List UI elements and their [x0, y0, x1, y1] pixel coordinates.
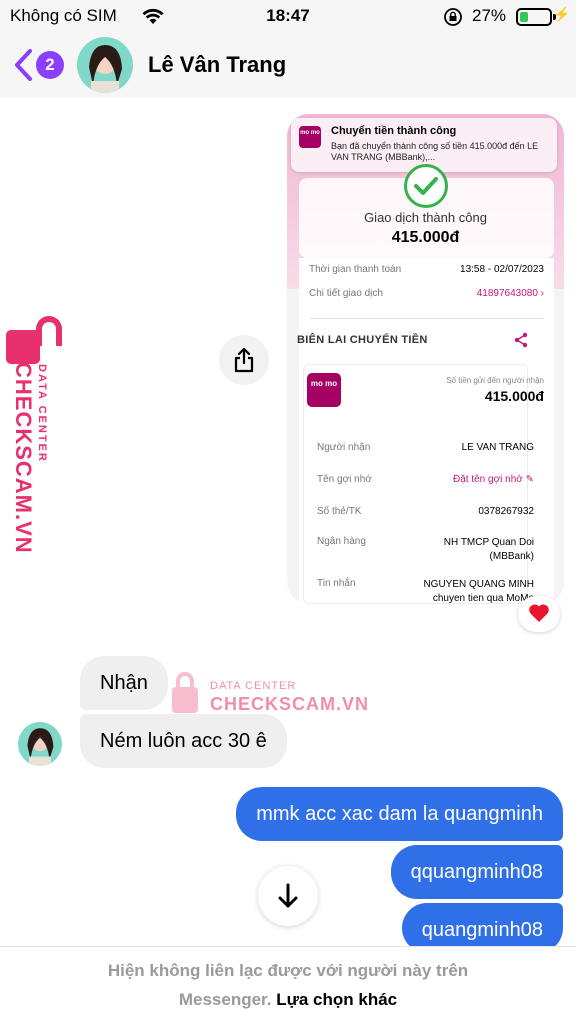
- detail-label: Chi tiết giao dịch: [309, 288, 383, 299]
- battery-icon: [516, 8, 556, 26]
- unread-badge[interactable]: 2: [36, 51, 64, 79]
- heart-icon: [529, 604, 549, 622]
- watermark-site: CHECKSCAM.VN: [11, 362, 36, 554]
- payment-time-value: 13:58 - 02/07/2023: [460, 264, 544, 275]
- unavailable-notice: Hiện không liên lạc được với người này t…: [0, 946, 576, 1024]
- charging-icon: ⚡: [553, 6, 571, 22]
- other-options-link[interactable]: Lựa chọn khác: [276, 990, 397, 1009]
- battery-level: [520, 12, 528, 22]
- share-icon: [514, 332, 528, 348]
- conversation-header: 2 Lê Vân Trang: [0, 32, 576, 98]
- chevron-left-icon[interactable]: [12, 48, 34, 82]
- heart-reaction[interactable]: [518, 596, 560, 632]
- row-value: NH TMCP Quan Doi (MBBank): [443, 537, 534, 562]
- row-value: LE VAN TRANG: [461, 442, 534, 453]
- arrow-down-icon: [278, 883, 298, 908]
- row-value: NGUYEN QUANG MINH chuyen tien qua MoMo: [423, 579, 534, 604]
- row-label: Số thẻ/TK: [317, 506, 362, 517]
- battery-percent: 27%: [472, 6, 507, 25]
- avatar[interactable]: [77, 37, 133, 93]
- watermark-data-center: DATA CENTER: [36, 364, 48, 463]
- row-label: Ngân hàng: [317, 536, 366, 547]
- notification-title: Chuyển tiền thành công: [331, 125, 457, 137]
- rotation-lock-icon: [444, 8, 462, 26]
- row-label: Tin nhắn: [317, 578, 356, 589]
- contact-name[interactable]: Lê Vân Trang: [148, 52, 286, 78]
- outgoing-message[interactable]: qquangminh08: [390, 845, 563, 899]
- scroll-down-button[interactable]: [258, 866, 318, 926]
- avatar[interactable]: [18, 722, 62, 766]
- momo-logo: mo mo: [307, 373, 341, 407]
- payment-time-label: Thời gian thanh toán: [309, 264, 402, 275]
- notice-line-2: Messenger. Lựa chọn khác: [0, 990, 576, 1010]
- notice-text: Hiện không liên lạc được với người này t…: [107, 961, 469, 980]
- row-label: Tên gợi nhớ: [317, 474, 372, 485]
- momo-logo: mo mo: [299, 126, 321, 148]
- receipt-amount-label: Số tiền gửi đến người nhận: [446, 376, 544, 385]
- detail-value: 41897643080 ›: [476, 288, 544, 299]
- outgoing-message[interactable]: mmk acc xac dam la quangminh: [236, 787, 563, 841]
- check-icon: [404, 164, 448, 208]
- shared-image[interactable]: mo mo Chuyển tiền thành công Bạn đã chuy…: [287, 114, 564, 604]
- share-icon: [234, 347, 254, 373]
- incoming-message[interactable]: Ném luôn acc 30 ê: [80, 714, 287, 768]
- watermark-data-center: DATA CENTER: [210, 680, 297, 692]
- incoming-message[interactable]: Nhận: [80, 656, 168, 710]
- lock-icon-body: [172, 687, 198, 713]
- status-bar: Không có SIM 18:47 27% ⚡: [0, 0, 576, 32]
- lock-icon-body: [6, 330, 40, 364]
- watermark-site: CHECKSCAM.VN: [210, 694, 370, 714]
- divider: [309, 318, 544, 319]
- transaction-amount: 415.000đ: [391, 229, 460, 246]
- receipt-title: BIÊN LAI CHUYỂN TIỀN: [297, 334, 428, 346]
- row-label: Người nhận: [317, 442, 371, 453]
- notice-text-end: Messenger.: [178, 990, 272, 1009]
- notification-body: Bạn đã chuyển thành công số tiền 415.000…: [331, 141, 539, 162]
- watermark-left: CHECKSCAM.VN DATA CENTER: [6, 312, 66, 562]
- row-value: Đặt tên gợi nhớ ✎: [453, 474, 534, 485]
- receipt-amount: 415.000đ: [484, 388, 544, 404]
- transaction-status: Giao dịch thành công: [364, 210, 487, 225]
- row-value: 0378267932: [478, 506, 534, 517]
- watermark-center: DATA CENTER CHECKSCAM.VN: [172, 672, 372, 718]
- share-button[interactable]: [219, 335, 269, 385]
